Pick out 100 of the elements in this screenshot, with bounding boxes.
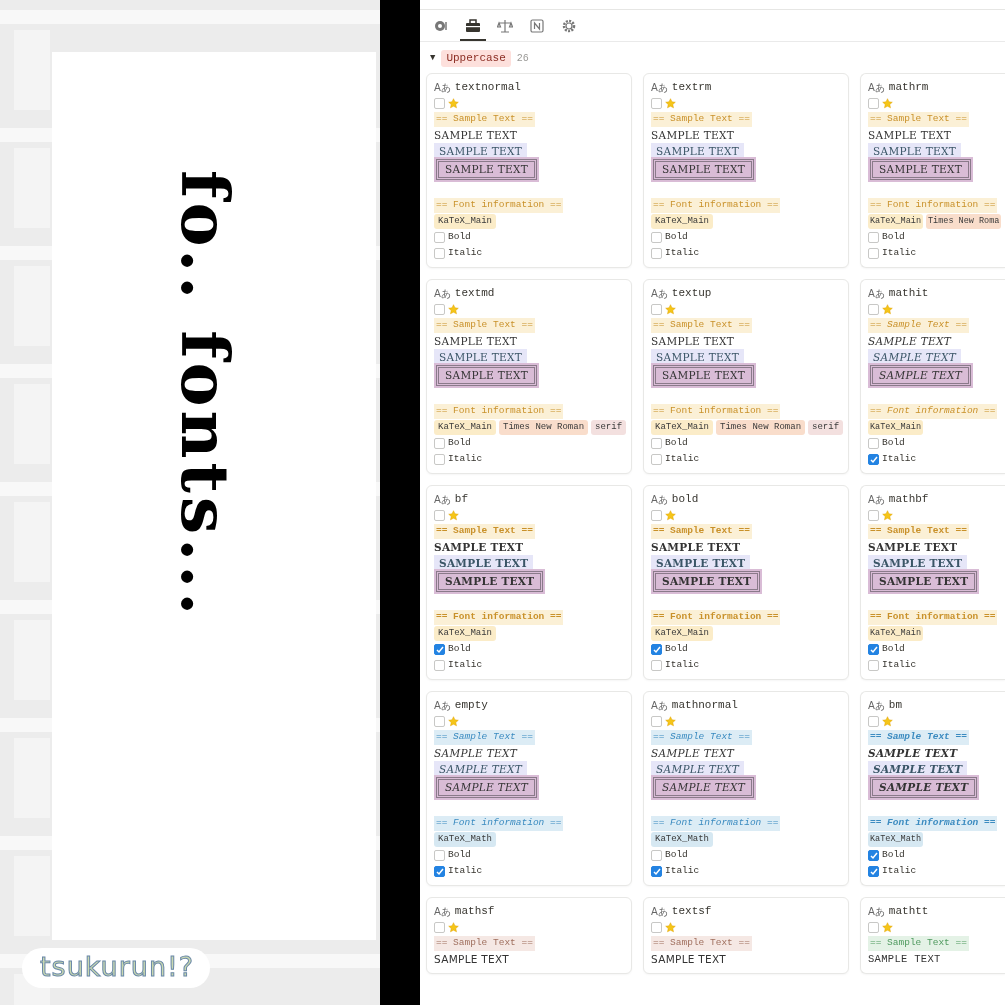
boxed-sample: SAMPLE TEXT bbox=[434, 774, 539, 801]
checkbox[interactable] bbox=[434, 304, 445, 315]
star-icon bbox=[448, 922, 459, 933]
checkbox[interactable] bbox=[651, 850, 662, 861]
sample-text: SAMPLE TEXT bbox=[434, 333, 517, 349]
boxed-sample: SAMPLE TEXT bbox=[651, 568, 763, 595]
checkbox[interactable] bbox=[651, 866, 662, 877]
checkbox[interactable] bbox=[434, 716, 445, 727]
checkbox[interactable] bbox=[434, 850, 445, 861]
checkbox[interactable] bbox=[868, 438, 879, 449]
checkbox[interactable] bbox=[651, 644, 662, 655]
checkbox-label: Italic bbox=[448, 658, 483, 673]
type-icon: Aあ bbox=[434, 285, 451, 301]
type-icon: Aあ bbox=[651, 285, 668, 301]
type-icon: Aあ bbox=[434, 903, 451, 919]
checkbox[interactable] bbox=[868, 660, 879, 671]
type-icon: Aあ bbox=[868, 491, 885, 507]
checkbox[interactable] bbox=[868, 454, 879, 465]
star-icon bbox=[882, 510, 893, 521]
checkbox[interactable] bbox=[868, 644, 879, 655]
checkbox[interactable] bbox=[868, 850, 879, 861]
checkbox[interactable] bbox=[651, 510, 662, 521]
sample-text: SAMPLE TEXT bbox=[868, 333, 951, 349]
sample-heading: == Sample Text == bbox=[651, 524, 752, 539]
checkbox[interactable] bbox=[651, 98, 662, 109]
checkbox[interactable] bbox=[651, 248, 662, 259]
checkbox[interactable] bbox=[868, 232, 879, 243]
star-icon bbox=[665, 98, 676, 109]
checkbox[interactable] bbox=[651, 438, 662, 449]
checkbox[interactable] bbox=[868, 98, 879, 109]
info-heading: == Font information == bbox=[434, 816, 564, 831]
checkbox-label: Italic bbox=[665, 452, 700, 467]
settings-icon bbox=[561, 18, 577, 34]
star-icon bbox=[448, 98, 459, 109]
group-tag: Uppercase bbox=[441, 50, 511, 67]
card-title: mathbf bbox=[888, 491, 929, 507]
star-icon bbox=[882, 304, 893, 315]
checkbox[interactable] bbox=[651, 232, 662, 243]
card-title: mathtt bbox=[888, 903, 929, 919]
sample-text: SAMPLE TEXT bbox=[434, 951, 510, 967]
star-icon bbox=[448, 510, 459, 521]
type-icon: Aあ bbox=[868, 79, 885, 95]
sample-heading: == Sample Text == bbox=[868, 524, 969, 539]
boxed-sample: SAMPLE TEXT bbox=[434, 568, 546, 595]
checkbox[interactable] bbox=[434, 98, 445, 109]
checkbox[interactable] bbox=[434, 248, 445, 259]
checkbox-label: Italic bbox=[882, 864, 917, 879]
font-tag: KaTeX_Main bbox=[868, 214, 923, 229]
checkbox[interactable] bbox=[651, 922, 662, 933]
card-title: mathit bbox=[888, 285, 929, 301]
checkbox[interactable] bbox=[651, 454, 662, 465]
type-icon: Aあ bbox=[651, 903, 668, 919]
star-icon bbox=[665, 716, 676, 727]
sample-heading: == Sample Text == bbox=[868, 730, 969, 745]
checkbox[interactable] bbox=[868, 922, 879, 933]
sample-text: SAMPLE TEXT bbox=[868, 951, 941, 967]
checkbox[interactable] bbox=[868, 510, 879, 521]
logo: tsukurun!? bbox=[22, 948, 211, 988]
type-icon: Aあ bbox=[868, 903, 885, 919]
card-title: mathsf bbox=[454, 903, 495, 919]
card-title: textsf bbox=[671, 903, 712, 919]
sample-text: SAMPLE TEXT bbox=[651, 127, 734, 143]
checkbox[interactable] bbox=[434, 438, 445, 449]
sample-heading: == Sample Text == bbox=[651, 112, 752, 127]
sample-text: SAMPLE TEXT bbox=[868, 745, 958, 761]
checkbox[interactable] bbox=[434, 866, 445, 877]
group-count: 26 bbox=[516, 51, 529, 66]
type-icon: Aあ bbox=[434, 491, 451, 507]
checkbox[interactable] bbox=[434, 660, 445, 671]
star-icon bbox=[448, 716, 459, 727]
card-title: mathnormal bbox=[671, 697, 738, 713]
sample-heading: == Sample Text == bbox=[651, 936, 752, 951]
star-icon bbox=[665, 922, 676, 933]
boxed-sample: SAMPLE TEXT bbox=[434, 362, 539, 389]
toolbox-icon bbox=[465, 18, 481, 34]
checkbox[interactable] bbox=[434, 232, 445, 243]
font-tag: KaTeX_Math bbox=[868, 832, 923, 847]
sample-text: SAMPLE TEXT bbox=[434, 745, 517, 761]
checkbox-label: Bold bbox=[665, 848, 688, 863]
checkbox[interactable] bbox=[651, 716, 662, 727]
type-icon: Aあ bbox=[434, 697, 451, 713]
checkbox[interactable] bbox=[434, 510, 445, 521]
checkbox[interactable] bbox=[868, 716, 879, 727]
checkbox[interactable] bbox=[434, 644, 445, 655]
checkbox[interactable] bbox=[868, 304, 879, 315]
checkbox[interactable] bbox=[434, 454, 445, 465]
checkbox[interactable] bbox=[651, 660, 662, 671]
checkbox[interactable] bbox=[868, 248, 879, 259]
card-title: bold bbox=[671, 491, 699, 507]
checkbox[interactable] bbox=[651, 304, 662, 315]
checkbox[interactable] bbox=[868, 866, 879, 877]
info-heading: == Font information == bbox=[868, 816, 998, 831]
checkbox-label: Bold bbox=[448, 230, 471, 245]
checkbox-label: Bold bbox=[665, 642, 688, 657]
info-heading: == Font information == bbox=[868, 404, 998, 419]
checkbox-label: Bold bbox=[882, 642, 905, 657]
font-tag: KaTeX_Math bbox=[651, 831, 713, 848]
star-icon bbox=[882, 716, 893, 727]
star-icon bbox=[665, 304, 676, 315]
checkbox[interactable] bbox=[434, 922, 445, 933]
